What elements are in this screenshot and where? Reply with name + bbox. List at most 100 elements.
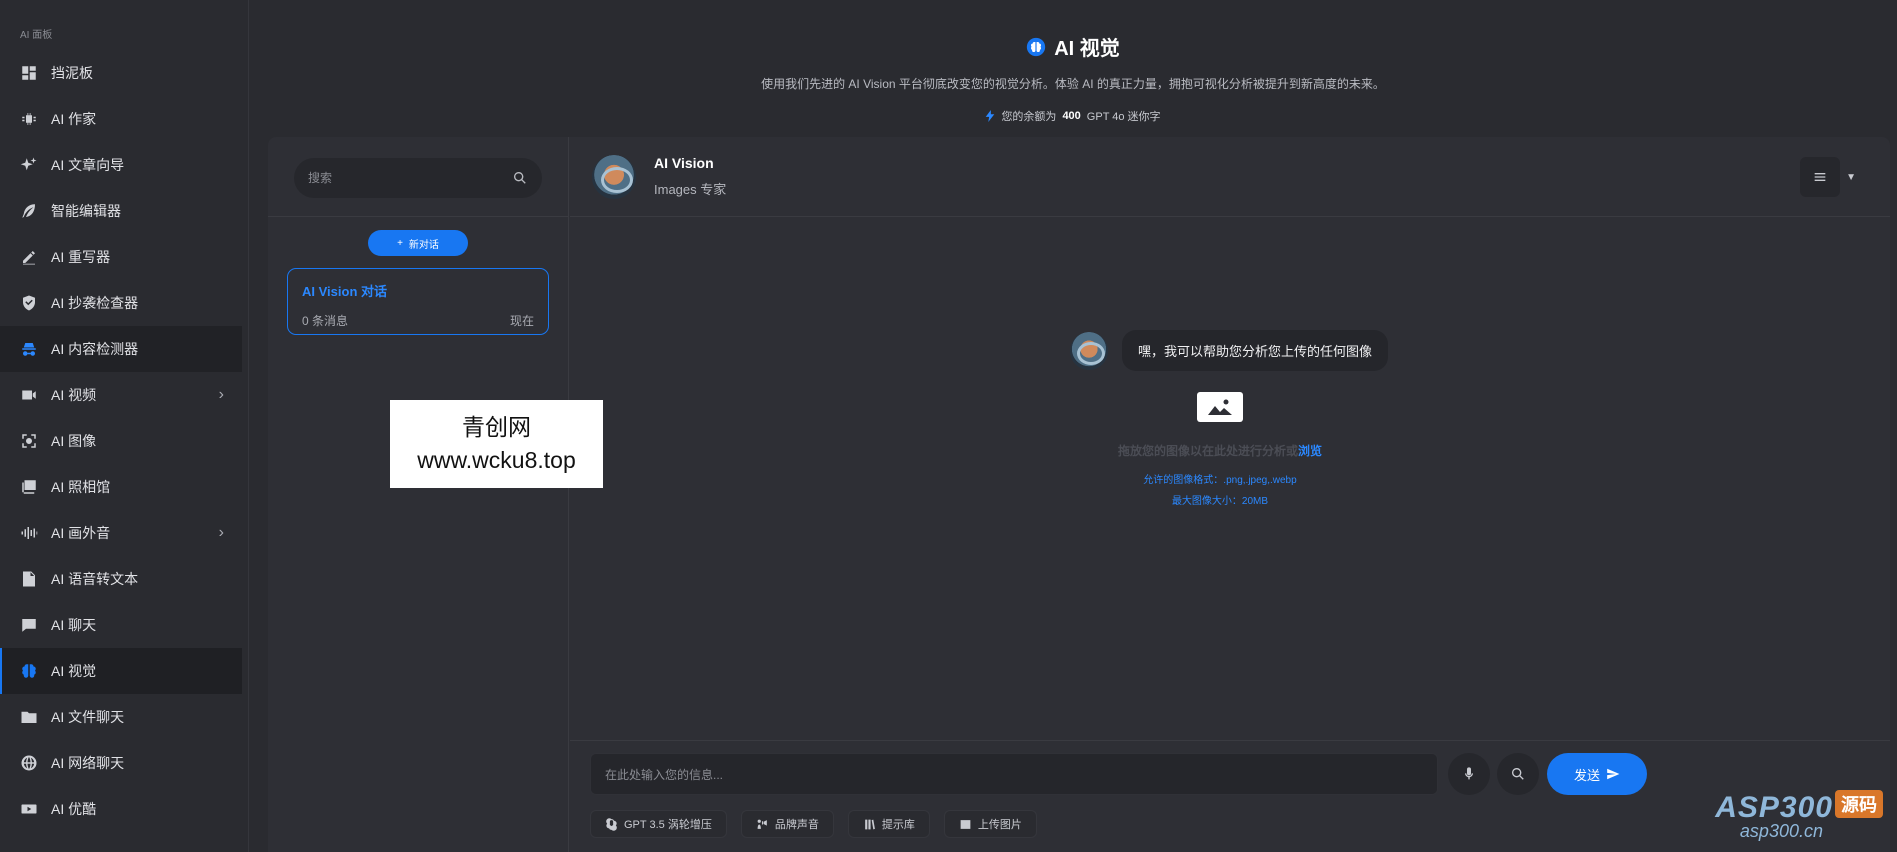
send-icon (1607, 768, 1620, 780)
plus-icon: + (397, 237, 403, 249)
sidebar-item-label: AI 作家 (51, 111, 97, 127)
sidebar-item-label: AI 图像 (51, 433, 97, 449)
sidebar-item-voiceover[interactable]: AI 画外音 › (0, 510, 248, 556)
browse-link[interactable]: 浏览 (1298, 444, 1322, 458)
send-label: 发送 (1573, 767, 1600, 783)
sidebar-item-video[interactable]: AI 视频 › (0, 372, 248, 418)
sidebar-item-article-wizard[interactable]: AI 文章向导 (0, 142, 248, 188)
bot-name: AI Vision (654, 155, 714, 171)
sidebar-item-label: AI 文件聊天 (51, 709, 125, 725)
sidebar-caption: AI 面板 (20, 30, 53, 41)
page-title-text: AI 视觉 (1054, 38, 1120, 60)
sidebar-item-label: AI 聊天 (51, 617, 97, 633)
sidebar-item-label: AI 视频 (51, 387, 97, 403)
search-icon (1512, 768, 1524, 780)
balance-amount: 400 (1062, 110, 1081, 122)
new-chat-label: 新对话 (408, 239, 439, 251)
sidebar-item-label: 智能编辑器 (51, 203, 121, 219)
page-title: AI 视觉 (249, 32, 1897, 61)
sidebar-item-label: AI 视觉 (51, 663, 97, 679)
sidebar-item-rewriter[interactable]: AI 重写器 (0, 234, 248, 280)
balance-suffix: GPT 4o 迷你字 (1086, 111, 1161, 123)
message-input[interactable] (590, 753, 1438, 795)
new-chat-button[interactable]: + 新对话 (368, 230, 468, 256)
corner-watermark: ASP300 源码 asp300.cn (1715, 790, 1883, 842)
prompt-library-button[interactable]: 提示库 (847, 810, 930, 838)
sidebar-item-smart-editor[interactable]: 智能编辑器 (0, 188, 248, 234)
sidebar-item-ai-writer[interactable]: AI 作家 (0, 96, 248, 142)
search-icon[interactable] (512, 170, 528, 186)
youtube-icon (19, 799, 39, 819)
vision-panel: + 新对话 AI Vision 对话 0 条消息 现在 青创网 www.wcku… (268, 137, 1890, 852)
send-button[interactable]: 发送 (1547, 753, 1647, 795)
sidebar-item-label: AI 画外音 (51, 525, 111, 541)
bot-role: Images 专家 (654, 182, 727, 197)
sidebar-item-speech-to-text[interactable]: AI 语音转文本 (0, 556, 248, 602)
chat-menu-button[interactable]: ▼ (1800, 157, 1856, 197)
shield-check-icon (19, 293, 39, 313)
sidebar-item-file-chat[interactable]: AI 文件聊天 (0, 694, 248, 740)
sidebar-item-youtube[interactable]: AI 优酷 (0, 786, 248, 832)
conversation-item[interactable]: AI Vision 对话 0 条消息 现在 (287, 268, 549, 335)
sidebar-item-label: AI 重写器 (51, 249, 111, 265)
sidebar-item-label: AI 优酷 (51, 801, 97, 817)
conversation-title: AI Vision 对话 (302, 284, 387, 299)
search-box (294, 158, 542, 198)
sparkles-icon (19, 155, 39, 175)
microphone-icon (1465, 767, 1473, 780)
avatar (592, 154, 636, 199)
pen-icon (19, 247, 39, 267)
brand-voice-icon (757, 819, 767, 829)
tool-label: 上传图片 (977, 819, 1022, 831)
image-scan-icon (19, 431, 39, 451)
brain-icon (1027, 37, 1046, 56)
microphone-button[interactable] (1448, 753, 1490, 795)
bot-info: AI Vision Images 专家 (654, 155, 726, 198)
sidebar-item-photo-studio[interactable]: AI 照相馆 (0, 464, 248, 510)
image-dropzone[interactable]: 拖放您的图像以在此处进行分析或浏览 允许的图像格式：.png,.jpeg,.we… (1070, 392, 1370, 507)
sidebar-item-label: AI 语音转文本 (51, 571, 139, 587)
allowed-formats: 允许的图像格式：.png,.jpeg,.webp (1143, 475, 1297, 486)
openai-icon (606, 817, 617, 831)
sidebar-item-label: AI 文章向导 (51, 157, 125, 173)
sidebar-item-label: AI 网络聊天 (51, 755, 125, 771)
dashboard-icon (19, 63, 39, 83)
globe-icon (19, 753, 39, 773)
message-composer: 发送 GPT 3.5 涡轮增压 品牌声音 提示库 上传图片 (570, 740, 1890, 852)
dropzone-hint: 拖放您的图像以在此处进行分析或浏览 (1070, 442, 1370, 459)
chat-header: AI Vision Images 专家 ▼ (570, 137, 1890, 217)
balance-info: 您的余额为 400 GPT 4o 迷你字 (249, 108, 1897, 124)
image-icon (1197, 392, 1243, 422)
sidebar-item-dashboard[interactable]: 挡泥板 (0, 50, 248, 96)
menu-icon (1800, 157, 1841, 197)
sidebar-item-label: AI 照相馆 (51, 479, 111, 495)
sidebar-item-content-detector[interactable]: AI 内容检测器 (0, 326, 242, 372)
chevron-right-icon: › (218, 386, 224, 403)
audio-file-icon (19, 569, 39, 589)
tool-label: 提示库 (881, 819, 915, 831)
search-web-button[interactable] (1497, 753, 1539, 795)
detective-icon (19, 339, 39, 359)
search-input[interactable] (308, 171, 512, 185)
dropzone-hint-text: 拖放您的图像以在此处进行分析或 (1117, 444, 1298, 458)
sidebar-item-label: AI 抄袭检查器 (51, 295, 139, 311)
prompt-library-icon (864, 819, 875, 829)
sidebar-item-web-chat[interactable]: AI 网络聊天 (0, 740, 248, 786)
upload-image-button[interactable]: 上传图片 (943, 810, 1037, 838)
sidebar-item-image[interactable]: AI 图像 (0, 418, 248, 464)
bolt-icon (986, 110, 995, 122)
chip-icon (19, 109, 39, 129)
sidebar-item-vision[interactable]: AI 视觉 (0, 648, 242, 694)
avatar (1070, 331, 1108, 370)
brain-icon (19, 661, 39, 681)
waveform-icon (19, 523, 39, 543)
brand-voice-button[interactable]: 品牌声音 (740, 810, 834, 838)
model-selector-button[interactable]: GPT 3.5 涡轮增压 (590, 810, 727, 838)
chevron-right-icon: › (218, 524, 224, 541)
page-subtitle: 使用我们先进的 AI Vision 平台彻底改变您的视觉分析。体验 AI 的真正… (761, 77, 1385, 91)
sidebar-item-plagiarism-checker[interactable]: AI 抄袭检查器 (0, 280, 248, 326)
sidebar-item-chat[interactable]: AI 聊天 (0, 602, 248, 648)
video-icon (19, 385, 39, 405)
conversation-time: 现在 (509, 314, 534, 328)
composer-tools: GPT 3.5 涡轮增压 品牌声音 提示库 上传图片 (590, 810, 1870, 838)
